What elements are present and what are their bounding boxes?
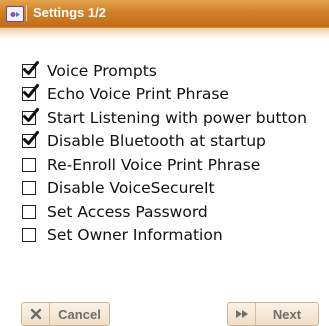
voice-app-icon[interactable] [6,6,24,22]
title-bar: Settings 1/2 [0,0,329,39]
checkbox-set-access-password[interactable] [22,204,36,219]
title-shadow [0,27,329,39]
option-disable-bluetooth[interactable]: Disable Bluetooth at startup [22,130,327,154]
checkbox-set-owner-information[interactable] [22,228,36,243]
option-label: Start Listening with power button [47,108,307,127]
checkbox-voice-prompts[interactable] [22,60,39,78]
option-start-listening-power-button[interactable]: Start Listening with power button [22,106,327,130]
checkmark-icon [23,84,39,99]
checkbox-disable-bluetooth[interactable] [22,131,39,149]
option-disable-voicesecureit[interactable]: Disable VoiceSecureIt [22,177,327,201]
checkmark-icon [23,107,39,122]
next-button-label: Next [272,306,302,322]
option-label: Set Access Password [47,202,208,221]
option-set-access-password[interactable]: Set Access Password [22,200,327,224]
checkbox-start-listening-power-button[interactable] [22,107,39,125]
option-label: Re-Enroll Voice Print Phrase [47,155,261,174]
option-set-owner-information[interactable]: Set Owner Information [22,224,327,248]
checkbox-re-enroll-voice-print[interactable] [22,157,36,172]
option-echo-voice-print-phrase[interactable]: Echo Voice Print Phrase [22,83,327,107]
option-label: Disable Bluetooth at startup [47,132,266,151]
checkbox-echo-voice-print-phrase[interactable] [22,84,39,102]
cancel-button[interactable]: Cancel [21,302,110,326]
option-label: Disable VoiceSecureIt [47,179,215,198]
checkbox-disable-voicesecureit[interactable] [22,181,36,196]
settings-options-list: Voice Prompts Echo Voice Print Phrase St… [22,59,327,247]
option-label: Set Owner Information [47,226,223,245]
option-voice-prompts[interactable]: Voice Prompts [22,59,327,83]
option-label: Echo Voice Print Phrase [47,85,229,104]
page-title: Settings 1/2 [33,5,106,20]
fast-forward-icon [228,303,256,325]
title-separator [26,5,27,21]
checkmark-icon [23,60,39,75]
checkmark-icon [23,131,39,146]
close-icon [22,303,50,325]
cancel-button-label: Cancel [58,306,101,322]
option-label: Voice Prompts [47,61,157,80]
option-re-enroll-voice-print[interactable]: Re-Enroll Voice Print Phrase [22,153,327,177]
next-button[interactable]: Next [227,302,319,326]
